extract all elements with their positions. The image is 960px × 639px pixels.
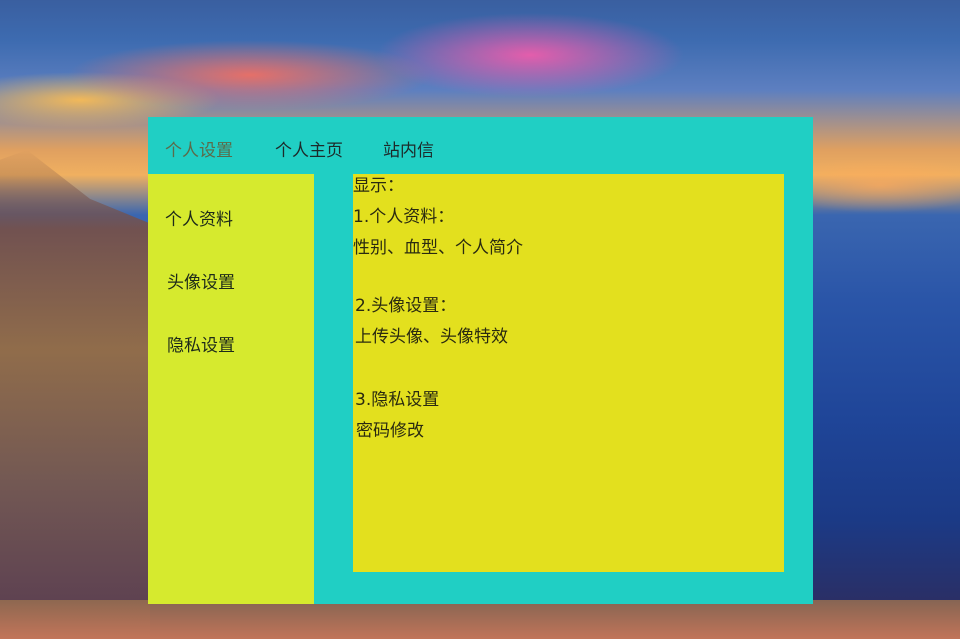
content-heading: 显示：: [353, 176, 404, 196]
sidebar-item-profile[interactable]: 个人资料: [165, 205, 233, 230]
nav-item-messages[interactable]: 站内信: [383, 136, 434, 161]
background-hillside: [0, 150, 150, 639]
sidebar-item-avatar[interactable]: 头像设置: [167, 268, 235, 293]
top-nav: 个人设置 个人主页 站内信: [148, 117, 813, 174]
nav-item-personal-settings[interactable]: 个人设置: [165, 136, 233, 161]
section-detail-privacy: 密码修改: [356, 421, 424, 441]
section-title-privacy: 3.隐私设置: [355, 390, 440, 410]
background-grass: [0, 600, 960, 639]
section-detail-avatar: 上传头像、头像特效: [355, 327, 508, 347]
section-title-avatar: 2.头像设置：: [355, 296, 457, 316]
nav-item-homepage[interactable]: 个人主页: [275, 136, 343, 161]
section-title-profile: 1.个人资料：: [353, 207, 455, 227]
sidebar-item-privacy[interactable]: 隐私设置: [167, 331, 235, 356]
section-detail-profile: 性别、血型、个人简介: [353, 238, 523, 258]
sidebar: 个人资料 头像设置 隐私设置: [148, 174, 314, 604]
settings-panel: 个人设置 个人主页 站内信 个人资料 头像设置 隐私设置 显示： 1.个人资料：…: [148, 117, 813, 604]
content-area: 显示： 1.个人资料： 性别、血型、个人简介 2.头像设置： 上传头像、头像特效…: [353, 174, 784, 572]
